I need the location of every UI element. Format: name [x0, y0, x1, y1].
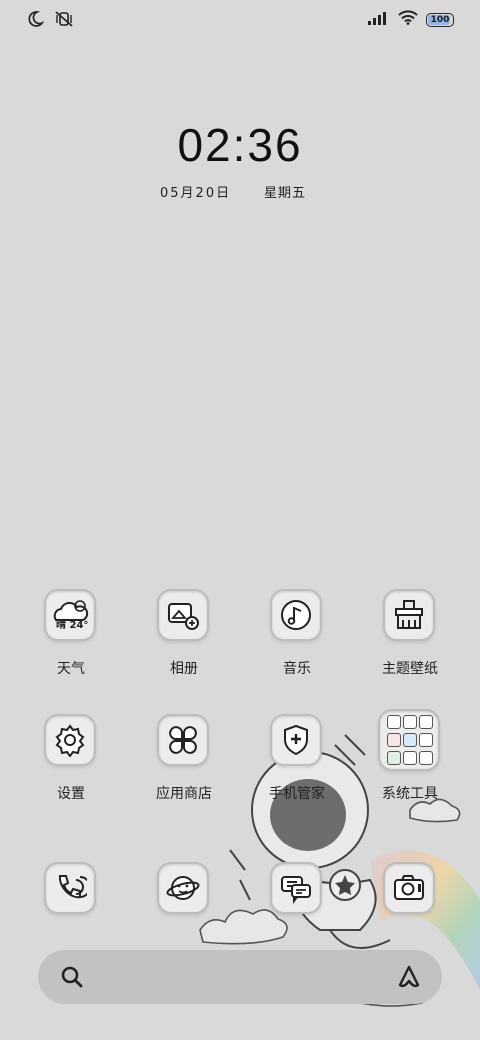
app-system-tools-folder[interactable]: [378, 709, 442, 773]
app-music-label: 音乐: [283, 661, 311, 677]
app-gallery-label: 相册: [170, 661, 198, 677]
browser-icon: [166, 876, 200, 900]
search-dock[interactable]: [38, 950, 442, 1004]
vibrate-off-icon: [54, 10, 74, 32]
moon-icon: [26, 10, 45, 32]
signal-icon: [368, 10, 390, 29]
dock-messages[interactable]: [270, 862, 324, 916]
gear-icon: [55, 724, 85, 757]
gallery-icon: [168, 603, 199, 630]
app-security-label: 手机管家: [269, 786, 325, 802]
app-weather-label: 天气: [57, 661, 85, 677]
app-store[interactable]: [157, 714, 211, 768]
shield-icon: [284, 724, 308, 756]
clover-icon: [169, 726, 197, 754]
dock-browser[interactable]: [157, 862, 211, 916]
battery-icon: 100: [426, 12, 454, 27]
battery-level: 100: [430, 14, 450, 25]
weather-badge: 晴 24°: [56, 620, 89, 631]
assistant-icon[interactable]: [396, 964, 422, 994]
app-music[interactable]: [270, 589, 324, 643]
wifi-icon: [398, 10, 418, 29]
dock-phone[interactable]: [44, 862, 98, 916]
app-theme[interactable]: [383, 589, 437, 643]
app-store-label: 应用商店: [156, 786, 212, 802]
dock-camera[interactable]: [383, 862, 437, 916]
status-bar: 100: [0, 0, 480, 40]
messages-icon: [281, 876, 311, 904]
clock-time: 02:36: [177, 119, 303, 171]
lockscreen-clock: 02:36: [0, 118, 480, 172]
app-security[interactable]: [270, 714, 324, 768]
app-settings-label: 设置: [57, 786, 85, 802]
clock-weekday: 星期五: [264, 186, 307, 201]
theme-icon: [395, 600, 423, 629]
phone-icon: [58, 875, 87, 899]
music-icon: [281, 600, 311, 630]
camera-icon: [394, 875, 424, 900]
clock-date: 05月20日: [160, 186, 232, 201]
app-system-tools-label: 系统工具: [382, 786, 438, 802]
search-icon[interactable]: [60, 965, 84, 993]
app-gallery[interactable]: [157, 589, 211, 643]
app-settings[interactable]: [44, 714, 98, 768]
app-theme-label: 主题壁纸: [382, 661, 438, 677]
